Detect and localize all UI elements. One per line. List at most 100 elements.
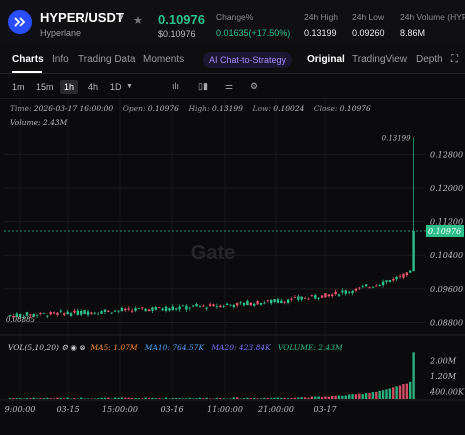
candle-body <box>208 304 212 306</box>
tab-moments[interactable]: Moments <box>143 54 184 65</box>
pair-title[interactable]: HYPER/USDT <box>40 10 124 25</box>
volume-bar <box>178 398 181 399</box>
candle-body <box>168 308 171 311</box>
ohlc-time-label: Time: <box>10 104 32 113</box>
last-price-usd: $0.10976 <box>158 29 196 39</box>
volume-bar <box>310 396 314 399</box>
ohlc-info: Time: 2026-03-17 16:00:00 Open: 0.10976 … <box>10 104 371 113</box>
volume-bar <box>290 398 293 399</box>
candle-body <box>303 298 307 299</box>
candle-body <box>212 304 215 307</box>
timeframe-1d[interactable]: 1D <box>106 80 126 94</box>
candle-body <box>86 311 90 315</box>
candle-body <box>259 302 263 305</box>
high-marker-label: 0.13199 <box>382 135 411 143</box>
timeframe-1m[interactable]: 1m <box>8 80 29 94</box>
tab-info[interactable]: Info <box>52 54 69 65</box>
candle-body <box>371 286 375 288</box>
volume-bar <box>181 398 185 399</box>
volume-bar <box>358 393 361 399</box>
timeframe-1h[interactable]: 1h <box>60 80 79 94</box>
volume-bar <box>56 397 59 399</box>
volume-bar <box>15 398 18 399</box>
eye-icon[interactable]: ◉ <box>70 343 77 352</box>
candle-body <box>137 308 141 309</box>
tab-tradingview[interactable]: TradingView <box>352 54 407 65</box>
chart-area[interactable]: 0.12800 0.12000 0.11200 0.10400 0.09600 0.088… <box>0 99 465 435</box>
stat-change-value: 0.01635(+17.50%) <box>216 28 291 38</box>
tab-trading-data[interactable]: Trading Data <box>78 54 135 65</box>
volume-bar <box>137 398 141 399</box>
candle-body <box>117 310 120 312</box>
tab-charts[interactable]: Charts <box>12 54 44 65</box>
volume-bar <box>117 397 120 399</box>
volume-bar <box>307 397 310 399</box>
volume-bar <box>8 398 12 399</box>
current-price-label: 0.10976 <box>428 227 461 236</box>
chart-type-icon[interactable]: ▯▮ <box>198 81 208 92</box>
tab-ai-chat-to-strategy[interactable]: AI Chat-to-Strategy <box>203 52 293 68</box>
volume-bar <box>175 398 178 399</box>
candle-body <box>39 312 42 315</box>
volume-bar <box>35 398 39 399</box>
candle-body <box>341 290 344 293</box>
stat-low-label: 24h Low <box>352 12 385 22</box>
volume-bar <box>96 398 100 399</box>
volume-bar <box>398 385 402 399</box>
volume-bar <box>381 390 385 399</box>
volume-bar <box>32 397 35 399</box>
ohlc-low: 0.10024 <box>273 104 305 113</box>
star-favorite-icon[interactable]: ★ <box>133 14 143 27</box>
chart-toolbar: 1m 15m 1h 4h 1D ▼ ılı ▯▮ ⚌ ⚙ <box>0 75 465 99</box>
timeframe-dropdown-icon[interactable]: ▼ <box>126 83 133 90</box>
volume-bar <box>18 398 22 399</box>
volume-bar <box>103 397 107 399</box>
candle-body <box>188 307 191 309</box>
candle-body <box>331 294 334 297</box>
indicator-vol-label[interactable]: VOL(5,10,20) <box>8 343 59 352</box>
candle-body <box>354 288 358 291</box>
tab-depth[interactable]: Depth <box>416 54 443 65</box>
candle-body <box>158 307 161 308</box>
drawing-tools-icon[interactable]: ⚌ <box>225 81 233 92</box>
volume-bar <box>205 397 208 399</box>
candle-body <box>283 301 286 303</box>
candle-body <box>358 287 361 289</box>
candle-body <box>300 296 303 300</box>
volume-bar <box>100 397 103 399</box>
chevron-down-icon[interactable]: ▼ <box>117 13 125 22</box>
candlestick-chart[interactable]: 0.128000.120000.112000.104000.096000.088… <box>0 99 465 435</box>
volume-bar <box>29 398 32 399</box>
expand-icon[interactable]: ⛶ <box>451 54 458 65</box>
candle-body <box>381 281 385 286</box>
candle-body <box>127 308 130 310</box>
ohlc-time: 2026-03-17 16:00:00 <box>33 104 114 113</box>
settings-icon[interactable]: ⚙ <box>61 343 68 352</box>
timeframe-15m[interactable]: 15m <box>32 80 58 94</box>
hyperlane-logo-icon <box>8 10 32 34</box>
candle-body <box>191 305 195 307</box>
candle-body <box>178 306 181 310</box>
volume-bar <box>124 397 127 399</box>
volume-bar <box>351 394 354 399</box>
tab-original[interactable]: Original <box>307 54 345 65</box>
ohlc-high: 0.13199 <box>211 104 243 113</box>
candle-body <box>215 305 219 307</box>
close-icon[interactable]: ⊗ <box>79 343 85 352</box>
timeframe-4h[interactable]: 4h <box>84 80 102 94</box>
stat-high-label: 24h High <box>304 12 339 22</box>
ticker-header: HYPER/USDT ▼ Hyperlane ★ 0.10976 $0.1097… <box>0 0 465 44</box>
candle-body <box>317 297 320 299</box>
indicator-ma20: MA20: 423.84K <box>211 343 271 352</box>
volume-bar <box>347 394 351 399</box>
volume-bar <box>324 396 327 399</box>
volume-bar <box>63 398 66 399</box>
candle-body <box>52 312 56 314</box>
indicator-icon[interactable]: ılı <box>172 81 179 91</box>
volume-bar <box>147 397 151 399</box>
volume-bar <box>49 398 52 399</box>
settings-icon[interactable]: ⚙ <box>250 81 258 92</box>
volume-bar <box>341 395 344 399</box>
candle-body <box>320 295 324 298</box>
candle-body <box>324 293 327 298</box>
